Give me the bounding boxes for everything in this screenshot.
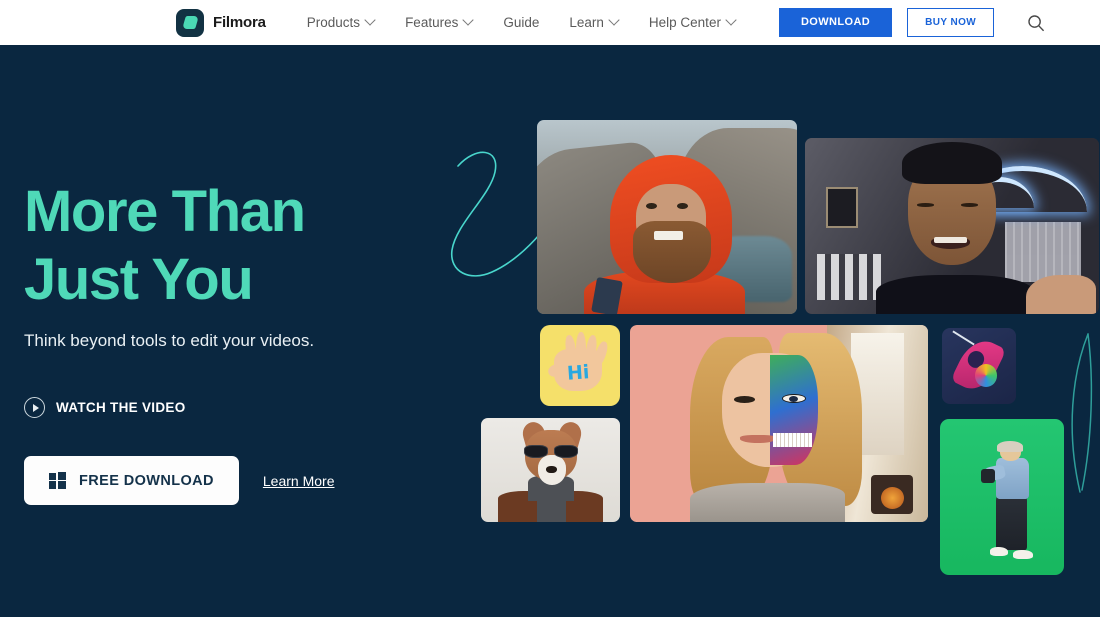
top-navigation-bar: Filmora Products Features Guide Learn He… <box>0 0 1100 45</box>
cta-row: FREE DOWNLOAD Learn More <box>24 456 424 505</box>
chevron-down-icon <box>610 16 619 25</box>
teal-curved-squiggle <box>448 138 543 293</box>
thumbnail-image <box>537 120 797 314</box>
green-screen-person-thumbnail[interactable] <box>940 419 1064 575</box>
free-download-button[interactable]: FREE DOWNLOAD <box>24 456 239 505</box>
logo-slab-shape <box>181 16 199 29</box>
play-triangle-shape <box>32 403 39 412</box>
chevron-down-icon <box>366 16 375 25</box>
effect-icon-image <box>942 328 1016 404</box>
nav-item-guide[interactable]: Guide <box>488 15 554 30</box>
thumbnail-image <box>805 138 1099 314</box>
watch-the-video-link[interactable]: WATCH THE VIDEO <box>24 397 186 418</box>
page-root: Filmora Products Features Guide Learn He… <box>0 0 1100 617</box>
filmora-logo-icon[interactable] <box>176 8 204 37</box>
brand-name: Filmora <box>213 14 266 31</box>
nav-item-learn[interactable]: Learn <box>554 15 634 30</box>
watch-the-video-label: WATCH THE VIDEO <box>56 400 186 415</box>
nav-item-label: Help Center <box>648 15 721 30</box>
nav-item-label: Products <box>306 15 361 30</box>
free-download-label: FREE DOWNLOAD <box>79 472 214 489</box>
nav-item-label: Features <box>405 15 459 30</box>
teal-curved-squiggle <box>1062 322 1100 527</box>
nav-item-label: Learn <box>569 15 604 30</box>
page-title: More Than Just You <box>24 178 424 314</box>
dog-with-sunglasses-thumbnail[interactable] <box>481 418 620 522</box>
nav-item-label: Guide <box>503 15 540 30</box>
woman-with-split-face-paint-thumbnail[interactable] <box>630 325 928 522</box>
nav-links: Products Features Guide Learn Help Cente… <box>292 15 751 30</box>
headline-line-1: More Than <box>24 179 306 244</box>
thumbnail-image <box>630 325 928 522</box>
nav-item-features[interactable]: Features <box>390 15 488 30</box>
rocket-effect-icon[interactable] <box>942 328 1016 404</box>
buy-now-button[interactable]: BUY NOW <box>907 8 995 37</box>
learn-more-link[interactable]: Learn More <box>263 473 335 489</box>
hero-subheading: Think beyond tools to edit your videos. <box>24 331 315 350</box>
man-with-neon-wave-light-video-thumbnail[interactable] <box>805 138 1099 314</box>
download-button[interactable]: DOWNLOAD <box>778 8 893 37</box>
headline-line-2: Just You <box>24 247 254 312</box>
sticker-image: Hi <box>540 325 620 406</box>
chevron-down-icon <box>727 16 736 25</box>
hi-waving-hand-sticker[interactable]: Hi <box>540 325 620 406</box>
thumbnail-image <box>481 418 620 522</box>
hero-text-block: More Than Just You Think beyond tools to… <box>24 178 424 505</box>
nav-inner: Filmora Products Features Guide Learn He… <box>176 0 1048 45</box>
nav-item-help-center[interactable]: Help Center <box>634 15 751 30</box>
thumbnail-image <box>940 419 1064 575</box>
windows-icon <box>49 472 66 489</box>
play-circle-icon <box>24 397 45 418</box>
hiker-in-red-hoodie-video-thumbnail[interactable] <box>537 120 797 314</box>
nav-item-products[interactable]: Products <box>292 15 390 30</box>
search-icon[interactable] <box>1024 11 1048 35</box>
chevron-down-icon <box>464 16 473 25</box>
